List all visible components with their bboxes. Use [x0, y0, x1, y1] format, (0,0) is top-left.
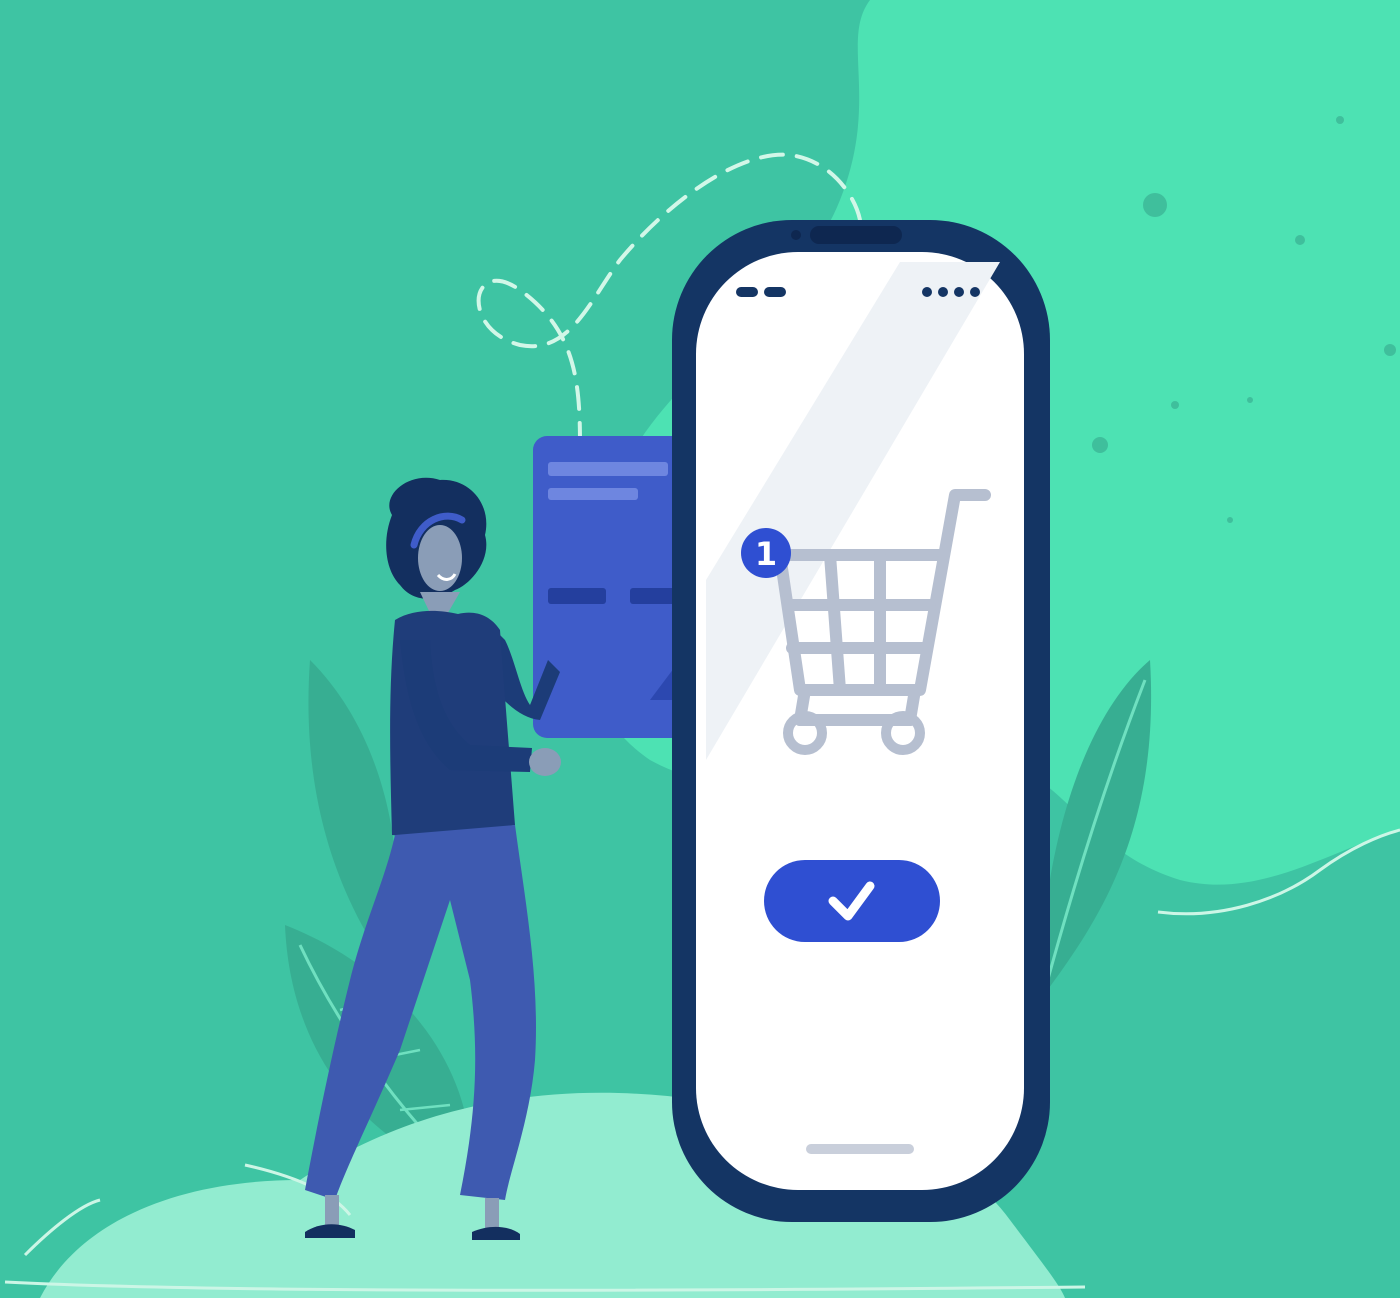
- phone-notch: [810, 226, 902, 244]
- status-bar-time: [736, 287, 758, 297]
- confirm-button[interactable]: [764, 860, 940, 942]
- cart-count-badge: 1: [741, 528, 791, 578]
- payment-illustration: 1: [0, 0, 1400, 1298]
- home-indicator: [806, 1144, 914, 1154]
- cart-count-text: 1: [755, 535, 777, 573]
- smartphone: 1: [672, 220, 1050, 1222]
